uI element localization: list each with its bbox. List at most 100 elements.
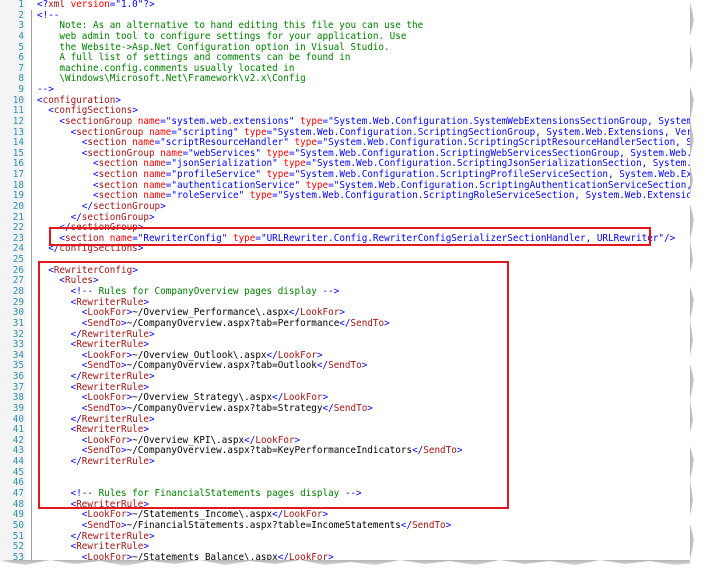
code-line: 44 </RewriterRule> [0, 456, 690, 468]
code-token: ~/Overview_Outlook\.aspx [132, 349, 267, 361]
code-token: > [361, 360, 368, 372]
code-token: LookFor [300, 307, 340, 319]
code-token: scriptResourceHandler [165, 137, 284, 149]
code-token: SendTo [87, 317, 121, 329]
code-token: </ [272, 392, 284, 404]
code-token: =" [165, 179, 177, 191]
code-token: > [93, 275, 99, 287]
code-token: Note: As an alternative to hand editing … [37, 20, 424, 32]
code-token: the Website->Asp.Net Configuration optio… [37, 41, 390, 53]
code-token: Rules [65, 275, 93, 287]
code-token: > [294, 434, 301, 446]
code-token: <? [37, 0, 49, 10]
code-token: 1.0 [120, 0, 138, 10]
code-token: System.Web.Configuration.SystemWebExtens… [333, 115, 690, 127]
code-token: </ [339, 317, 351, 329]
code-token: > [367, 402, 373, 414]
code-token: > [148, 530, 155, 542]
code-token: name [137, 158, 166, 170]
code-token: URLRewriter.Config.RewriterConfigSeriali… [266, 232, 659, 244]
code-token: LookFor [87, 349, 127, 361]
code-token: SendTo [412, 519, 446, 531]
code-token: section [98, 190, 138, 202]
code-token: LookFor [87, 509, 127, 521]
code-token: =" [328, 179, 340, 191]
code-token: <!-- [70, 487, 93, 499]
code-token: sectionGroup [92, 200, 161, 212]
code-editor[interactable]: 1 <?xml version="1.0"?> 2 <!-- 3 Note: As an… [0, 0, 690, 560]
code-token: > [148, 211, 155, 223]
code-token: > [445, 519, 452, 531]
code-token: > [137, 243, 144, 255]
code-token: </ [70, 371, 82, 383]
screenshot: 1 <?xml version="1.0"?> 2 <!-- 3 Note: As an… [0, 0, 708, 574]
code-token: --> [37, 84, 54, 96]
code-token: RewriterRule [76, 541, 144, 553]
code-token: configuration [42, 94, 116, 106]
code-token: LookFor [283, 509, 323, 521]
code-token: </ [70, 413, 82, 425]
code-token: RewriterRule [81, 456, 149, 468]
code-token: section [65, 232, 105, 244]
code-token: </ [272, 509, 284, 521]
code-token: ~/FinancialStatements.aspx?table=IncomeS… [126, 519, 401, 531]
code-token: System.Web.Configuration.ScriptingWebSer… [300, 147, 690, 159]
code-token: type [277, 158, 306, 170]
code-token: > [339, 307, 345, 319]
code-token: =" [305, 158, 317, 170]
code-token: LookFor [283, 392, 323, 404]
code-token: system.web.extensions [171, 115, 289, 127]
code-token: RewriterConfig [143, 232, 222, 244]
code-line: 26 <RewriterConfig> [0, 265, 690, 277]
code-token: type [260, 169, 289, 181]
code-token: > [137, 222, 144, 234]
code-token: > [132, 105, 138, 117]
code-token: </ [70, 328, 82, 340]
code-token: ~/Overview_Performance\.aspx [132, 307, 289, 319]
code-token: > [384, 317, 390, 329]
code-token: "?> [137, 0, 155, 10]
code-token: roleService [176, 190, 239, 202]
code-token: </ [322, 402, 334, 414]
code-token: > [143, 498, 149, 510]
code-token: =" [322, 115, 334, 127]
code-token: name [137, 169, 166, 181]
code-token: scripting [182, 126, 233, 138]
code-token: System.Web.Configuration.ScriptingRoleSe… [283, 190, 690, 202]
code-token: > [148, 328, 155, 340]
code-token: =" [132, 232, 144, 244]
code-line: 1 <?xml version="1.0"?> [0, 0, 690, 11]
code-token: A full list of settings and comments can… [37, 52, 351, 64]
code-token: </ [288, 307, 301, 319]
code-token: xml [48, 0, 65, 10]
code-token: name [132, 115, 161, 127]
code-token: </ [266, 349, 278, 361]
code-token: type [294, 115, 323, 127]
code-token: section [87, 137, 127, 149]
code-token: ~/CompanyOverview.aspx?tab=KeyPerformanc… [126, 445, 413, 457]
code-token: version [65, 0, 110, 10]
code-token: type [238, 126, 267, 138]
line-number: 47 [12, 487, 24, 499]
code-token: </ [244, 434, 256, 446]
code-token: SendTo [423, 445, 457, 457]
code-token: =" [171, 126, 183, 138]
code-token: web admin tool to configure settings for… [37, 30, 407, 42]
